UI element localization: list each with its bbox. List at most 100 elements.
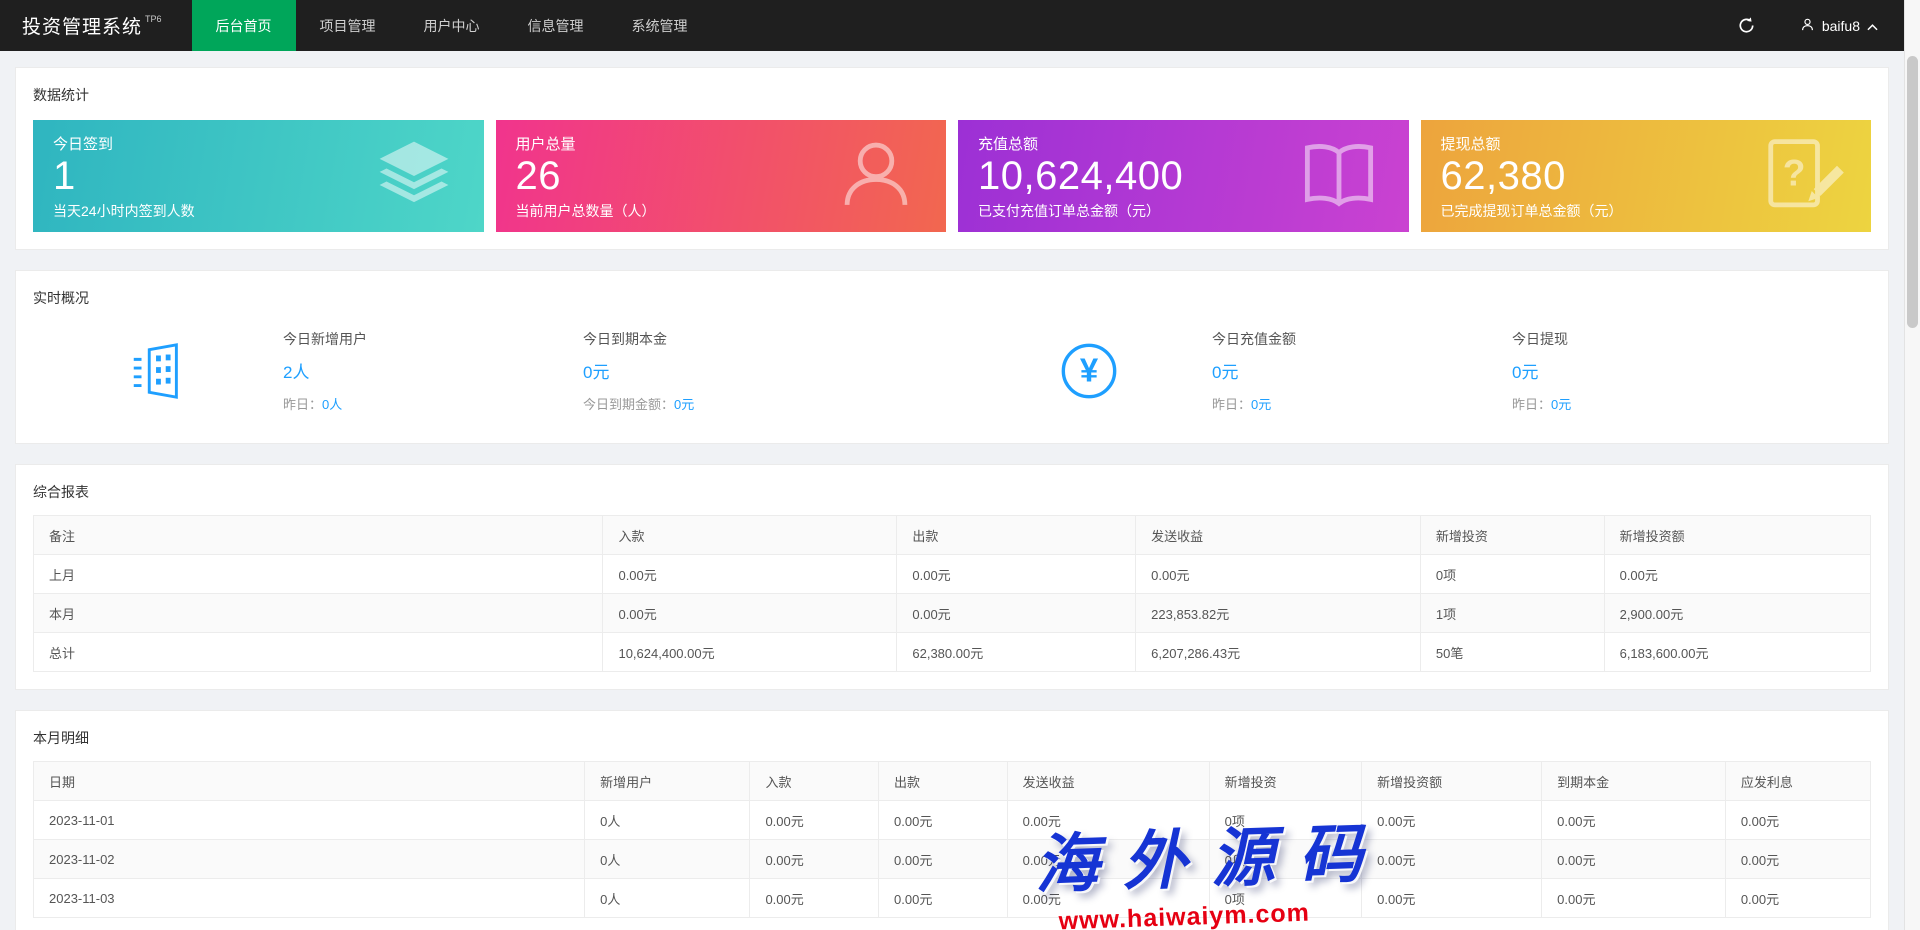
column-header: 发送收益: [1007, 762, 1209, 801]
column-header: 入款: [603, 516, 897, 555]
realtime-sub: 昨日：0元: [1512, 394, 1812, 413]
svg-text:?: ?: [1783, 152, 1806, 194]
table-cell: 223,853.82元: [1136, 594, 1421, 633]
table-cell: 0.00元: [1542, 840, 1726, 879]
table-cell: 0.00元: [1604, 555, 1870, 594]
table-cell: 0.00元: [1542, 801, 1726, 840]
table-cell: 6,207,286.43元: [1136, 633, 1421, 672]
table-row: 2023-11-03 0人 0.00元 0.00元 0.00元 0项 0.00元…: [34, 879, 1871, 918]
table-cell: 0项: [1420, 555, 1604, 594]
svg-text:¥: ¥: [1080, 352, 1099, 389]
table-cell: 2023-11-03: [34, 879, 585, 918]
report-panel-title: 综合报表: [16, 465, 1888, 515]
table-cell: 0.00元: [1725, 840, 1870, 879]
nav-item-user-center[interactable]: 用户中心: [400, 0, 504, 51]
table-cell: 0.00元: [897, 555, 1136, 594]
realtime-row: 今日新增用户 2人 昨日：0人 今日到期本金 0元 今日到期金额：0元: [16, 321, 1888, 443]
table-cell: 0.00元: [897, 594, 1136, 633]
table-cell: 50笔: [1420, 633, 1604, 672]
user-icon: [1800, 17, 1815, 35]
table-row: 总计 10,624,400.00元 62,380.00元 6,207,286.4…: [34, 633, 1871, 672]
stats-panel-title: 数据统计: [16, 68, 1888, 118]
table-cell: 0项: [1209, 801, 1361, 840]
chevron-up-icon: [1867, 18, 1878, 34]
table-cell: 0人: [585, 879, 750, 918]
realtime-label: 今日到期本金: [583, 329, 868, 349]
scrollbar-thumb[interactable]: [1907, 56, 1918, 328]
realtime-label: 今日充值金额: [1212, 329, 1512, 349]
table-cell: 0.00元: [1362, 801, 1542, 840]
table-header-row: 日期 新增用户 入款 出款 发送收益 新增投资 新增投资额 到期本金 应发利息: [34, 762, 1871, 801]
table-cell: 0.00元: [1007, 879, 1209, 918]
table-cell: 0.00元: [603, 594, 897, 633]
person-icon: [832, 132, 920, 220]
app-title: 投资管理系统: [22, 12, 142, 39]
table-cell: 0.00元: [1362, 840, 1542, 879]
realtime-sub: 昨日：0人: [283, 394, 583, 413]
stat-card-users: 用户总量 26 当前用户总数量（人）: [496, 120, 947, 232]
table-cell: 2023-11-02: [34, 840, 585, 879]
realtime-sub: 昨日：0元: [1212, 394, 1512, 413]
nav-item-projects[interactable]: 项目管理: [296, 0, 400, 51]
column-header: 日期: [34, 762, 585, 801]
table-cell: 0.00元: [750, 801, 879, 840]
table-cell: 0项: [1209, 840, 1361, 879]
table-row: 本月 0.00元 0.00元 223,853.82元 1项 2,900.00元: [34, 594, 1871, 633]
table-cell: 2023-11-01: [34, 801, 585, 840]
realtime-item-recharge: 今日充值金额 0元 昨日：0元: [1212, 329, 1512, 413]
app-logo[interactable]: 投资管理系统 TP6: [0, 0, 192, 51]
user-menu[interactable]: baifu8: [1778, 0, 1888, 51]
scrollbar-track[interactable]: [1904, 0, 1920, 930]
stat-card-recharge: 充值总额 10,624,400 已支付充值订单总金额（元）: [958, 120, 1409, 232]
table-cell: 0.00元: [1725, 879, 1870, 918]
layers-icon: [370, 132, 458, 220]
nav-item-home[interactable]: 后台首页: [192, 0, 296, 51]
table-cell: 上月: [34, 555, 603, 594]
detail-table: 日期 新增用户 入款 出款 发送收益 新增投资 新增投资额 到期本金 应发利息 …: [33, 761, 1871, 918]
table-cell: 本月: [34, 594, 603, 633]
table-cell: 0.00元: [750, 840, 879, 879]
detail-panel: 本月明细 日期 新增用户 入款 出款 发送收益 新增投资 新增投资额 到期: [15, 710, 1889, 930]
table-cell: 62,380.00元: [897, 633, 1136, 672]
table-header-row: 备注 入款 出款 发送收益 新增投资 新增投资额: [34, 516, 1871, 555]
realtime-label: 今日新增用户: [283, 329, 583, 349]
stat-cards: 今日签到 1 当天24小时内签到人数 用户总量 26 当前用户总数量（人）: [16, 118, 1888, 249]
table-cell: 10,624,400.00元: [603, 633, 897, 672]
table-cell: 0.00元: [879, 801, 1008, 840]
realtime-item-new-users: 今日新增用户 2人 昨日：0人: [283, 329, 583, 413]
nav-item-info[interactable]: 信息管理: [504, 0, 608, 51]
table-cell: 0.00元: [879, 840, 1008, 879]
realtime-sub: 今日到期金额：0元: [583, 394, 868, 413]
column-header: 新增投资额: [1604, 516, 1870, 555]
nav-item-system[interactable]: 系统管理: [608, 0, 712, 51]
realtime-value: 0元: [1512, 358, 1812, 383]
table-cell: 2,900.00元: [1604, 594, 1870, 633]
table-row: 2023-11-02 0人 0.00元 0.00元 0.00元 0项 0.00元…: [34, 840, 1871, 879]
table-cell: 0.00元: [1362, 879, 1542, 918]
table-cell: 1项: [1420, 594, 1604, 633]
column-header: 应发利息: [1725, 762, 1870, 801]
table-cell: 总计: [34, 633, 603, 672]
table-cell: 0.00元: [1007, 840, 1209, 879]
realtime-value: 0元: [583, 358, 868, 383]
realtime-item-due-principal: 今日到期本金 0元 今日到期金额：0元: [583, 329, 868, 413]
realtime-panel: 实时概况: [15, 270, 1889, 444]
table-cell: 0项: [1209, 879, 1361, 918]
yen-circle-icon: ¥: [1058, 340, 1120, 402]
table-cell: 6,183,600.00元: [1604, 633, 1870, 672]
building-icon: [126, 340, 188, 402]
column-header: 新增用户: [585, 762, 750, 801]
realtime-value: 0元: [1212, 358, 1512, 383]
book-icon: [1295, 132, 1383, 220]
realtime-label: 今日提现: [1512, 329, 1812, 349]
app-version: TP6: [145, 14, 162, 24]
column-header: 出款: [879, 762, 1008, 801]
column-header: 备注: [34, 516, 603, 555]
refresh-icon[interactable]: [1715, 0, 1778, 51]
column-header: 发送收益: [1136, 516, 1421, 555]
column-header: 新增投资: [1209, 762, 1361, 801]
realtime-panel-title: 实时概况: [16, 271, 1888, 321]
table-cell: 0.00元: [1136, 555, 1421, 594]
document-edit-icon: ?: [1757, 132, 1845, 220]
column-header: 出款: [897, 516, 1136, 555]
